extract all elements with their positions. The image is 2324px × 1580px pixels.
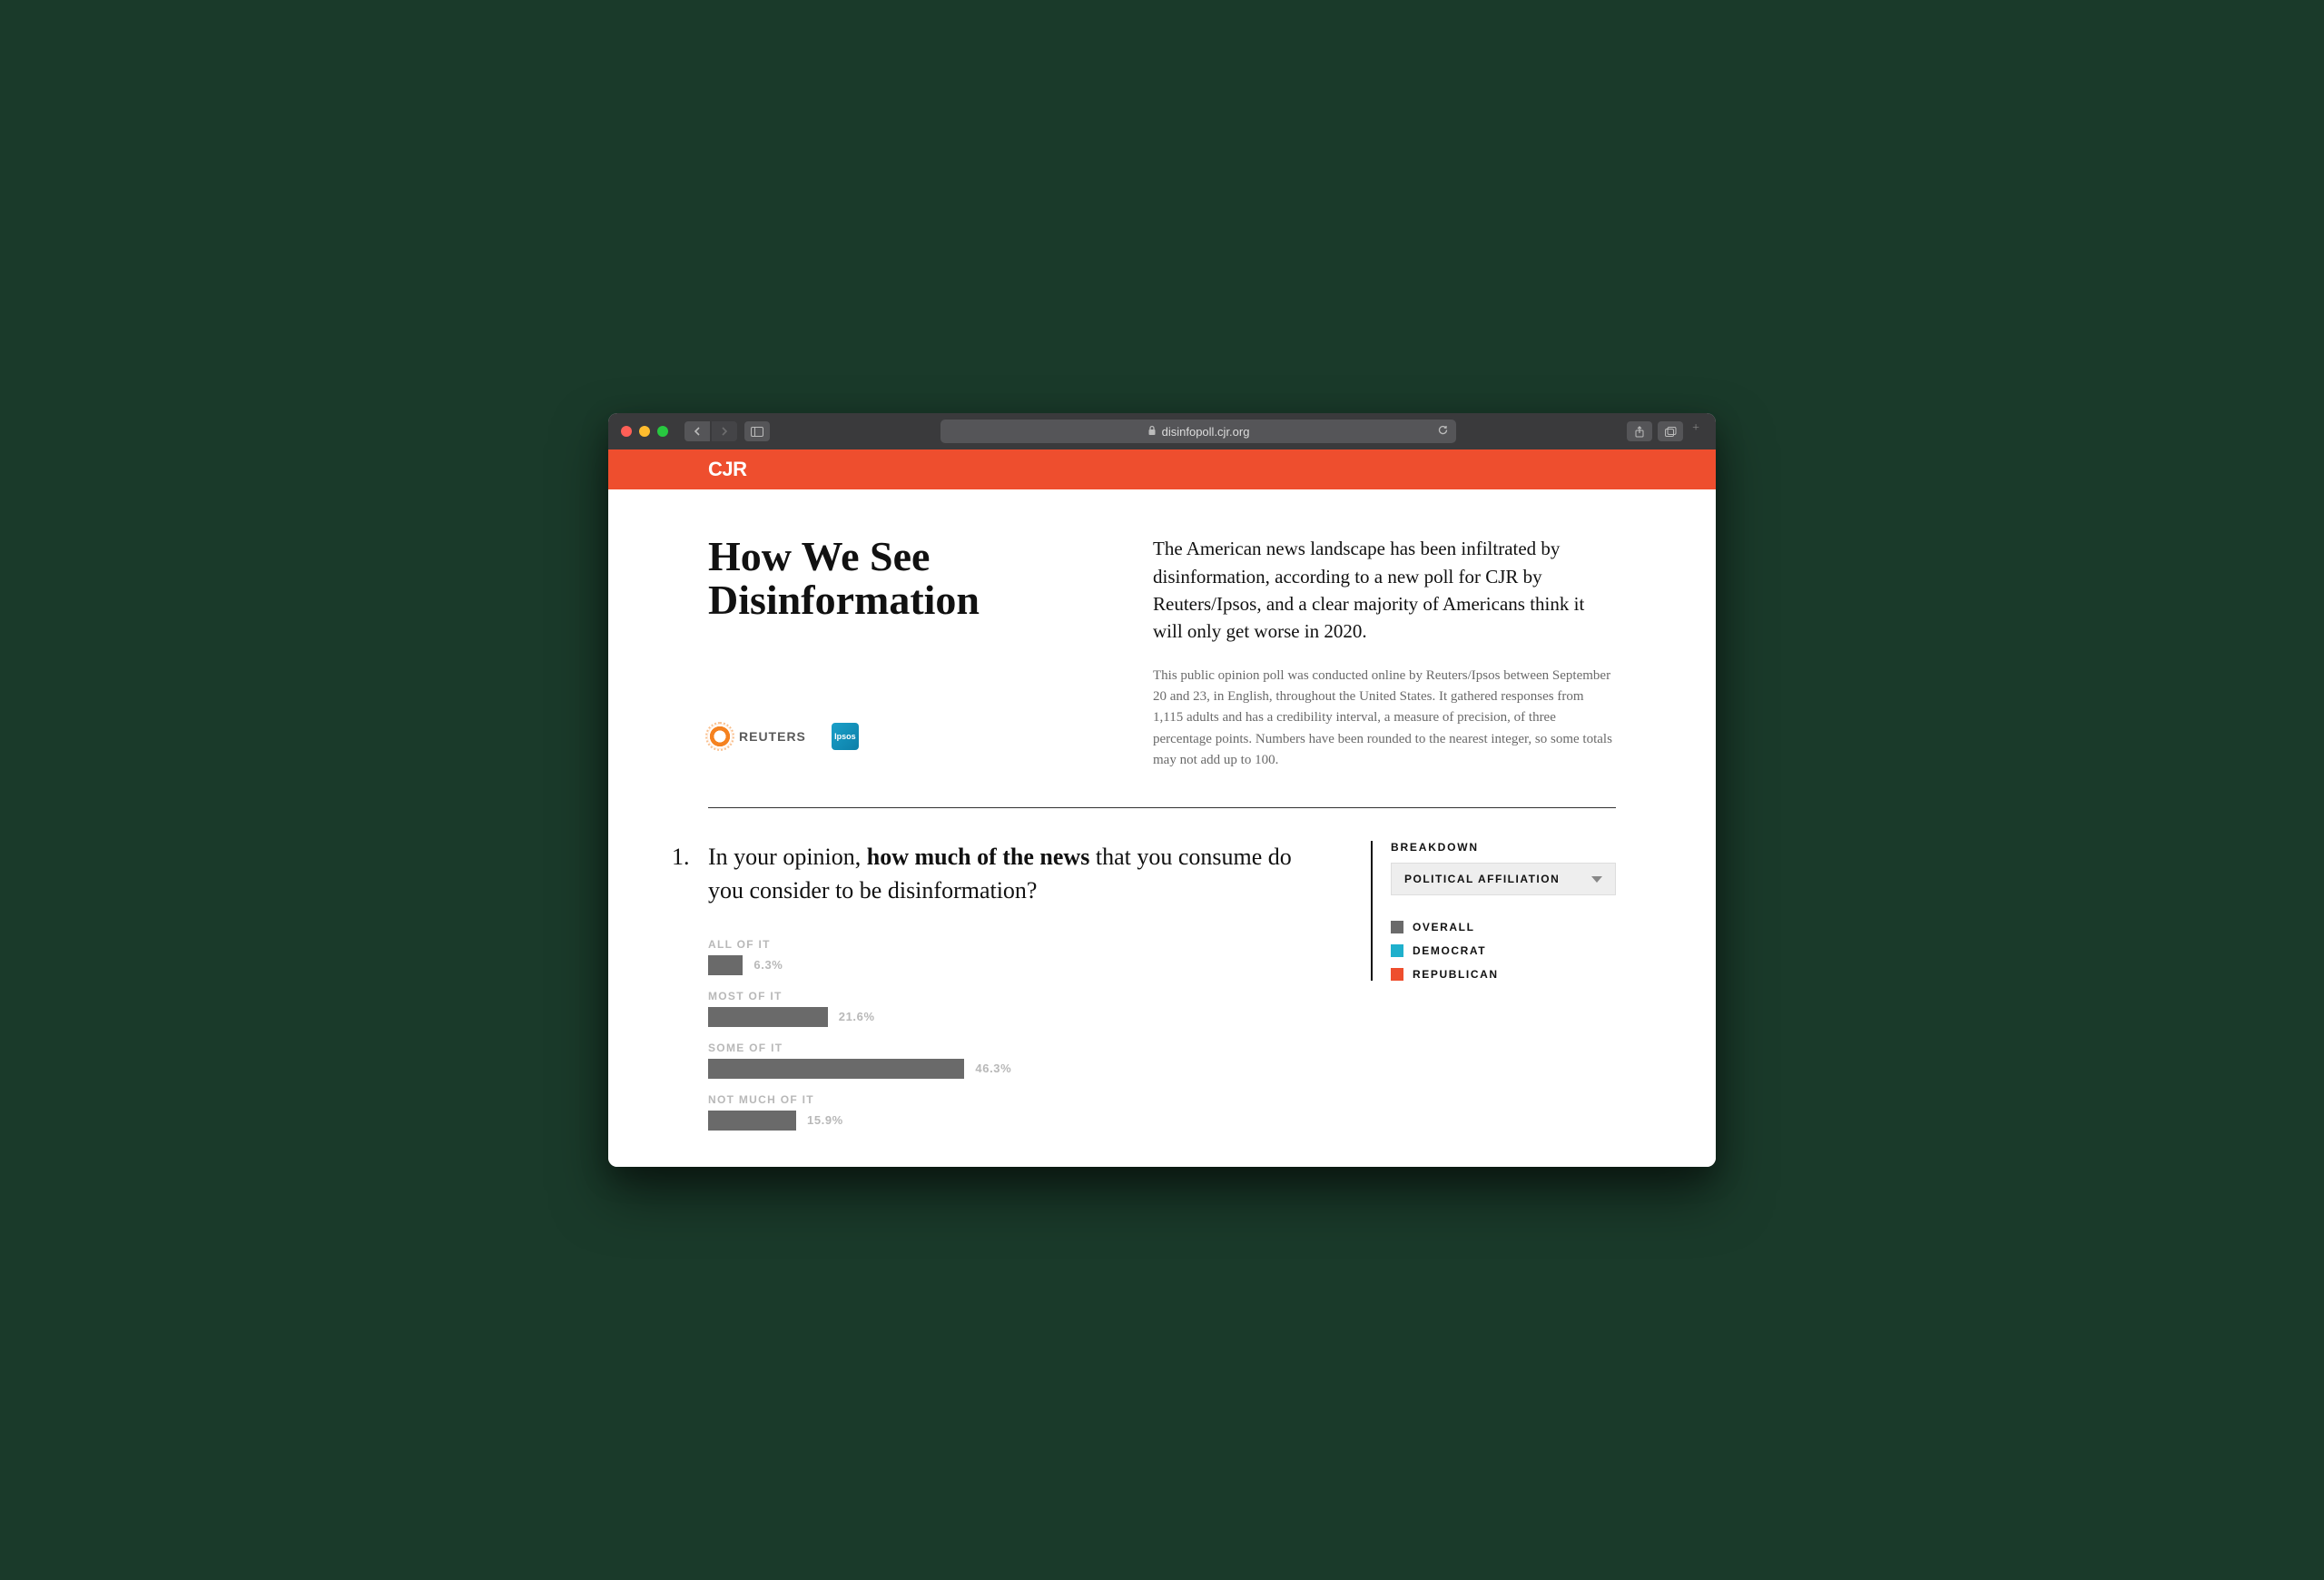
bar-value-label: 15.9%	[807, 1113, 843, 1127]
bar-category-label: MOST OF IT	[708, 990, 1325, 1002]
legend-swatch	[1391, 944, 1403, 957]
site-header: CJR	[608, 449, 1716, 489]
reuters-label: REUTERS	[739, 729, 806, 744]
bar-line: 46.3%	[708, 1059, 1325, 1079]
bar-line: 6.3%	[708, 955, 1325, 975]
page-body: CJR How We See Disinformation REUTERS Ip…	[608, 449, 1716, 1167]
legend: OVERALL DEMOCRAT REPUBLICAN	[1391, 921, 1616, 981]
new-tab-button[interactable]: +	[1689, 421, 1703, 441]
bar-fill	[708, 955, 743, 975]
close-window-button[interactable]	[621, 426, 632, 437]
bar-row: ALL OF IT 6.3%	[708, 938, 1325, 975]
sponsor-row: REUTERS Ipsos	[708, 723, 1098, 750]
page-title: How We See Disinformation	[708, 535, 1098, 623]
legend-label: REPUBLICAN	[1413, 968, 1499, 981]
question-pre: In your opinion,	[708, 844, 867, 870]
methodology-text: This public opinion poll was conducted o…	[1153, 666, 1616, 771]
tabs-button[interactable]	[1658, 421, 1683, 441]
bar-fill	[708, 1059, 964, 1079]
bar-fill	[708, 1007, 828, 1027]
bar-row: NOT MUCH OF IT 15.9%	[708, 1093, 1325, 1131]
sidebar-toggle-button[interactable]	[744, 421, 770, 441]
breakdown-dropdown[interactable]: POLITICAL AFFILIATION	[1391, 863, 1616, 895]
legend-label: OVERALL	[1413, 921, 1475, 933]
bar-value-label: 46.3%	[975, 1062, 1011, 1075]
toolbar-right: +	[1627, 421, 1703, 441]
chevron-down-icon	[1591, 876, 1602, 883]
address-bar[interactable]: disinfopoll.cjr.org	[940, 420, 1456, 443]
url-text: disinfopoll.cjr.org	[1162, 425, 1250, 439]
question-block: 1. In your opinion, how much of the news…	[708, 841, 1616, 1131]
bar-value-label: 21.6%	[839, 1010, 875, 1023]
fullscreen-window-button[interactable]	[657, 426, 668, 437]
window-controls	[621, 426, 668, 437]
nav-group	[684, 421, 737, 441]
refresh-button[interactable]	[1437, 424, 1449, 439]
breakdown-sidebar: BREAKDOWN POLITICAL AFFILIATION OVERALL D…	[1371, 841, 1616, 981]
legend-label: DEMOCRAT	[1413, 944, 1486, 957]
lock-icon	[1147, 425, 1157, 439]
bar-value-label: 6.3%	[753, 958, 783, 972]
legend-item[interactable]: DEMOCRAT	[1391, 944, 1616, 957]
share-button[interactable]	[1627, 421, 1652, 441]
browser-window: disinfopoll.cjr.org + CJR How We See Dis…	[608, 413, 1716, 1167]
bar-category-label: ALL OF IT	[708, 938, 1325, 951]
minimize-window-button[interactable]	[639, 426, 650, 437]
hero-section: How We See Disinformation REUTERS Ipsos …	[708, 535, 1616, 808]
site-logo[interactable]: CJR	[708, 458, 747, 481]
bar-line: 21.6%	[708, 1007, 1325, 1027]
bar-chart: ALL OF IT 6.3% MOST OF IT 21.6% SOME OF IT 46…	[708, 938, 1325, 1131]
bar-fill	[708, 1111, 796, 1131]
question-main: 1. In your opinion, how much of the news…	[708, 841, 1325, 1131]
ipsos-logo: Ipsos	[832, 723, 859, 750]
forward-button[interactable]	[712, 421, 737, 441]
reuters-logo: REUTERS	[708, 725, 806, 748]
browser-chrome: disinfopoll.cjr.org +	[608, 413, 1716, 449]
question-text: 1. In your opinion, how much of the news…	[708, 841, 1325, 907]
hero-right: The American news landscape has been inf…	[1153, 535, 1616, 771]
hero-left: How We See Disinformation REUTERS Ipsos	[708, 535, 1098, 771]
bar-line: 15.9%	[708, 1111, 1325, 1131]
breakdown-heading: BREAKDOWN	[1391, 841, 1616, 854]
reuters-icon	[708, 725, 732, 748]
bar-category-label: NOT MUCH OF IT	[708, 1093, 1325, 1106]
back-button[interactable]	[684, 421, 710, 441]
lede-text: The American news landscape has been inf…	[1153, 535, 1616, 646]
bar-row: SOME OF IT 46.3%	[708, 1042, 1325, 1079]
legend-item[interactable]: REPUBLICAN	[1391, 968, 1616, 981]
dropdown-selected: POLITICAL AFFILIATION	[1404, 873, 1560, 885]
main-content: How We See Disinformation REUTERS Ipsos …	[608, 489, 1716, 1167]
bar-row: MOST OF IT 21.6%	[708, 990, 1325, 1027]
bar-category-label: SOME OF IT	[708, 1042, 1325, 1054]
legend-item[interactable]: OVERALL	[1391, 921, 1616, 933]
legend-swatch	[1391, 968, 1403, 981]
question-number: 1.	[672, 841, 690, 874]
question-bold: how much of the news	[867, 844, 1090, 870]
legend-swatch	[1391, 921, 1403, 933]
